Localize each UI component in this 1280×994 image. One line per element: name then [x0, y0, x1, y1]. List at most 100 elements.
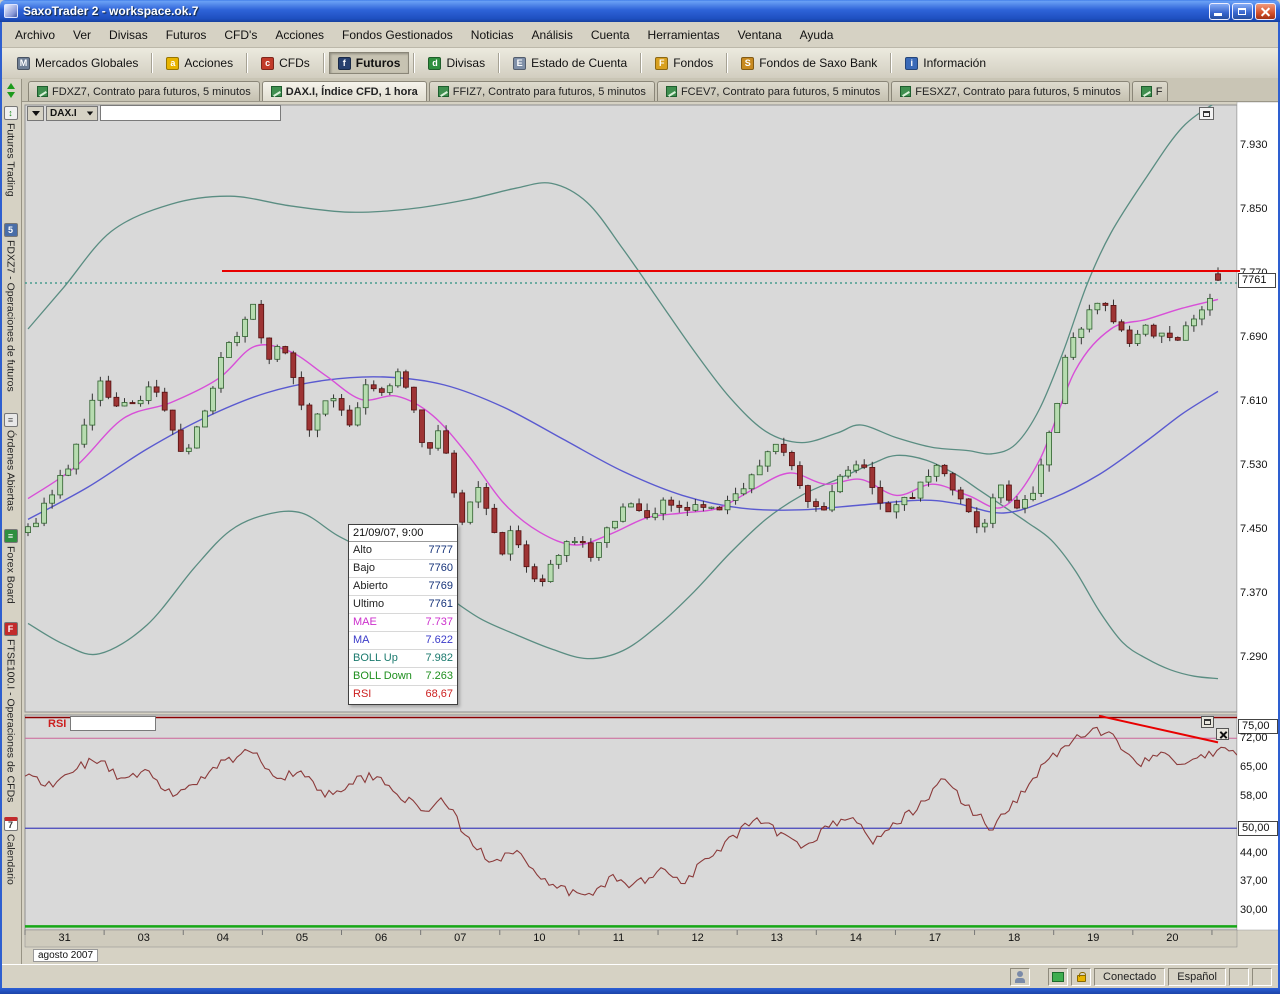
sidebar-item-fdxz7-operaciones-de-futuros[interactable]: 5FDXZ7 - Operaciones de futuros [4, 223, 18, 392]
restore-button[interactable] [1232, 3, 1253, 20]
rsi-close-button[interactable] [1216, 728, 1229, 740]
close-button[interactable] [1255, 3, 1276, 20]
toolbar-button-mercados-globales[interactable]: MMercados Globales [8, 52, 147, 74]
chart-maximize-button[interactable] [1199, 107, 1214, 120]
maximize-icon [1203, 111, 1210, 117]
rsi-axis-label: 50,00 [1238, 821, 1278, 836]
minimize-button[interactable] [1209, 3, 1230, 20]
price-axis-label: 7.690 [1240, 331, 1268, 343]
menu-item-divisas[interactable]: Divisas [100, 25, 157, 45]
language-selector[interactable]: Español [1168, 968, 1226, 986]
tab-fcev7-contrato-para-futuros-5-minutos[interactable]: FCEV7, Contrato para futuros, 5 minutos [657, 81, 889, 101]
rsi-restore-button[interactable] [1201, 716, 1214, 728]
chart-tab-icon [271, 86, 282, 97]
menu-item-futuros[interactable]: Futuros [157, 25, 216, 45]
chevron-down-icon [87, 112, 93, 116]
toolbar-button-label: Divisas [446, 56, 485, 70]
tab-dax-i-indice-cfd-1-hora[interactable]: DAX.I, Índice CFD, 1 hora [262, 81, 427, 101]
tab-f[interactable]: F [1132, 81, 1168, 101]
tooltip-row-label: BOLL Down [353, 670, 412, 683]
sidebar-item-ftse100-i-operaciones-de-cfds[interactable]: F FTSE100.I - Operaciones de CFDs [4, 622, 18, 802]
chart-tab-icon [1141, 86, 1152, 97]
sidebar-item-calendario[interactable]: 7Calendario [4, 817, 18, 885]
tooltip-row-label: Alto [353, 544, 372, 557]
tooltip-row-value: 7777 [429, 544, 453, 557]
chart-dropdown-button[interactable] [27, 106, 44, 121]
titlebar[interactable]: SaxoTrader 2 - workspace.ok.7 [0, 0, 1280, 22]
tab-ffiz7-contrato-para-futuros-5-minutos[interactable]: FFIZ7, Contrato para futuros, 5 minutos [429, 81, 655, 101]
cfd-operations-icon: F [4, 622, 18, 636]
menu-item-ventana[interactable]: Ventana [729, 25, 791, 45]
rsi-input-field[interactable] [70, 716, 156, 731]
tab-fesxz7-contrato-para-futuros-5-minutos[interactable]: FESXZ7, Contrato para futuros, 5 minutos [891, 81, 1129, 101]
tab-label: FFIZ7, Contrato para futuros, 5 minutos [453, 86, 646, 98]
tab-label: FESXZ7, Contrato para futuros, 5 minutos [915, 86, 1120, 98]
restore-icon [1204, 719, 1211, 725]
menu-item-noticias[interactable]: Noticias [462, 25, 523, 45]
tooltip-row-value: 7760 [429, 562, 453, 575]
window-title: SaxoTrader 2 - workspace.ok.7 [23, 4, 1209, 18]
toolbar-button-label: Futuros [356, 56, 401, 70]
rsi-axis-label: 72,00 [1240, 732, 1268, 744]
toolbar-button-informacion[interactable]: iInformación [896, 52, 995, 74]
tab-fdxz7-contrato-para-futuros-5-minutos[interactable]: FDXZ7, Contrato para futuros, 5 minutos [28, 81, 260, 101]
network-status-panel[interactable] [1048, 968, 1068, 986]
sidebar-item-ordenes-abiertas[interactable]: ≡Órdenes Abiertas [4, 413, 18, 511]
price-axis-label: 7.450 [1240, 523, 1268, 535]
menu-item-archivo[interactable]: Archivo [6, 25, 64, 45]
sidebar-item-futures-trading[interactable]: ↕Futures Trading [4, 106, 18, 197]
saxo-funds-icon: S [741, 57, 754, 70]
menu-item-cuenta[interactable]: Cuenta [582, 25, 639, 45]
x-axis-label: 03 [138, 932, 150, 944]
menu-item-ayuda[interactable]: Ayuda [791, 25, 843, 45]
month-label: agosto 2007 [33, 949, 98, 962]
sidebar-scroll-arrows[interactable] [7, 83, 15, 98]
menu-item-ver[interactable]: Ver [64, 25, 100, 45]
sidebar-item-label: Calendario [5, 834, 17, 885]
tooltip-row: Alto 7777 [349, 542, 457, 560]
connection-status: Conectado [1094, 968, 1165, 986]
tooltip-row-value: 7.737 [425, 616, 453, 629]
sidebar-item-label: FTSE100.I - Operaciones de CFDs [5, 639, 17, 802]
menu-item-fondos-gestionados[interactable]: Fondos Gestionados [333, 25, 462, 45]
toolbar-button-divisas[interactable]: dDivisas [419, 52, 494, 74]
menu-item-cfd-s[interactable]: CFD's [215, 25, 266, 45]
chevron-down-icon [32, 111, 40, 116]
user-status-panel[interactable] [1010, 968, 1030, 986]
security-panel[interactable] [1071, 968, 1091, 986]
sidebar-item-forex-board[interactable]: ≡Forex Board [4, 529, 18, 604]
tab-label: F [1156, 86, 1163, 98]
toolbar-button-fondos[interactable]: FFondos [646, 52, 722, 74]
toolbar-button-label: Acciones [184, 56, 233, 70]
current-price-marker: 7761 [1238, 273, 1276, 288]
statusbar-extra-panel-2 [1252, 968, 1272, 986]
restore-icon [1238, 8, 1246, 15]
menu-item-acciones[interactable]: Acciones [266, 25, 333, 45]
chart-canvas[interactable] [22, 102, 1280, 964]
toolbar-button-acciones[interactable]: aAcciones [157, 52, 242, 74]
x-axis-label: 20 [1166, 932, 1178, 944]
toolbar-button-cfds[interactable]: cCFDs [252, 52, 319, 74]
toolbar-button-label: Mercados Globales [35, 56, 138, 70]
lock-icon [1077, 975, 1086, 982]
forex-board-icon: ≡ [4, 529, 18, 543]
price-axis-label: 7.850 [1240, 203, 1268, 215]
info-icon: i [905, 57, 918, 70]
instrument-search-input[interactable] [100, 105, 281, 121]
rsi-panel-label: RSI [48, 718, 66, 730]
tab-strip: FDXZ7, Contrato para futuros, 5 minutosD… [2, 78, 1278, 102]
menu-item-analisis[interactable]: Análisis [522, 25, 581, 45]
toolbar-separator [726, 53, 728, 73]
toolbar-separator [246, 53, 248, 73]
toolbar-button-fondos-de-saxo-bank[interactable]: SFondos de Saxo Bank [732, 52, 886, 74]
x-axis-label: 31 [58, 932, 70, 944]
open-orders-icon: ≡ [4, 413, 18, 427]
taskbar-edge [0, 988, 1280, 994]
statusbar-extra-panel-1 [1229, 968, 1249, 986]
symbol-combo[interactable]: DAX.I [46, 106, 98, 121]
menu-item-herramientas[interactable]: Herramientas [639, 25, 729, 45]
toolbar-button-estado-de-cuenta[interactable]: EEstado de Cuenta [504, 52, 636, 74]
futures-icon: f [338, 57, 351, 70]
toolbar-button-futuros[interactable]: f Futuros [329, 52, 410, 74]
tooltip-row: Abierto7769 [349, 578, 457, 596]
